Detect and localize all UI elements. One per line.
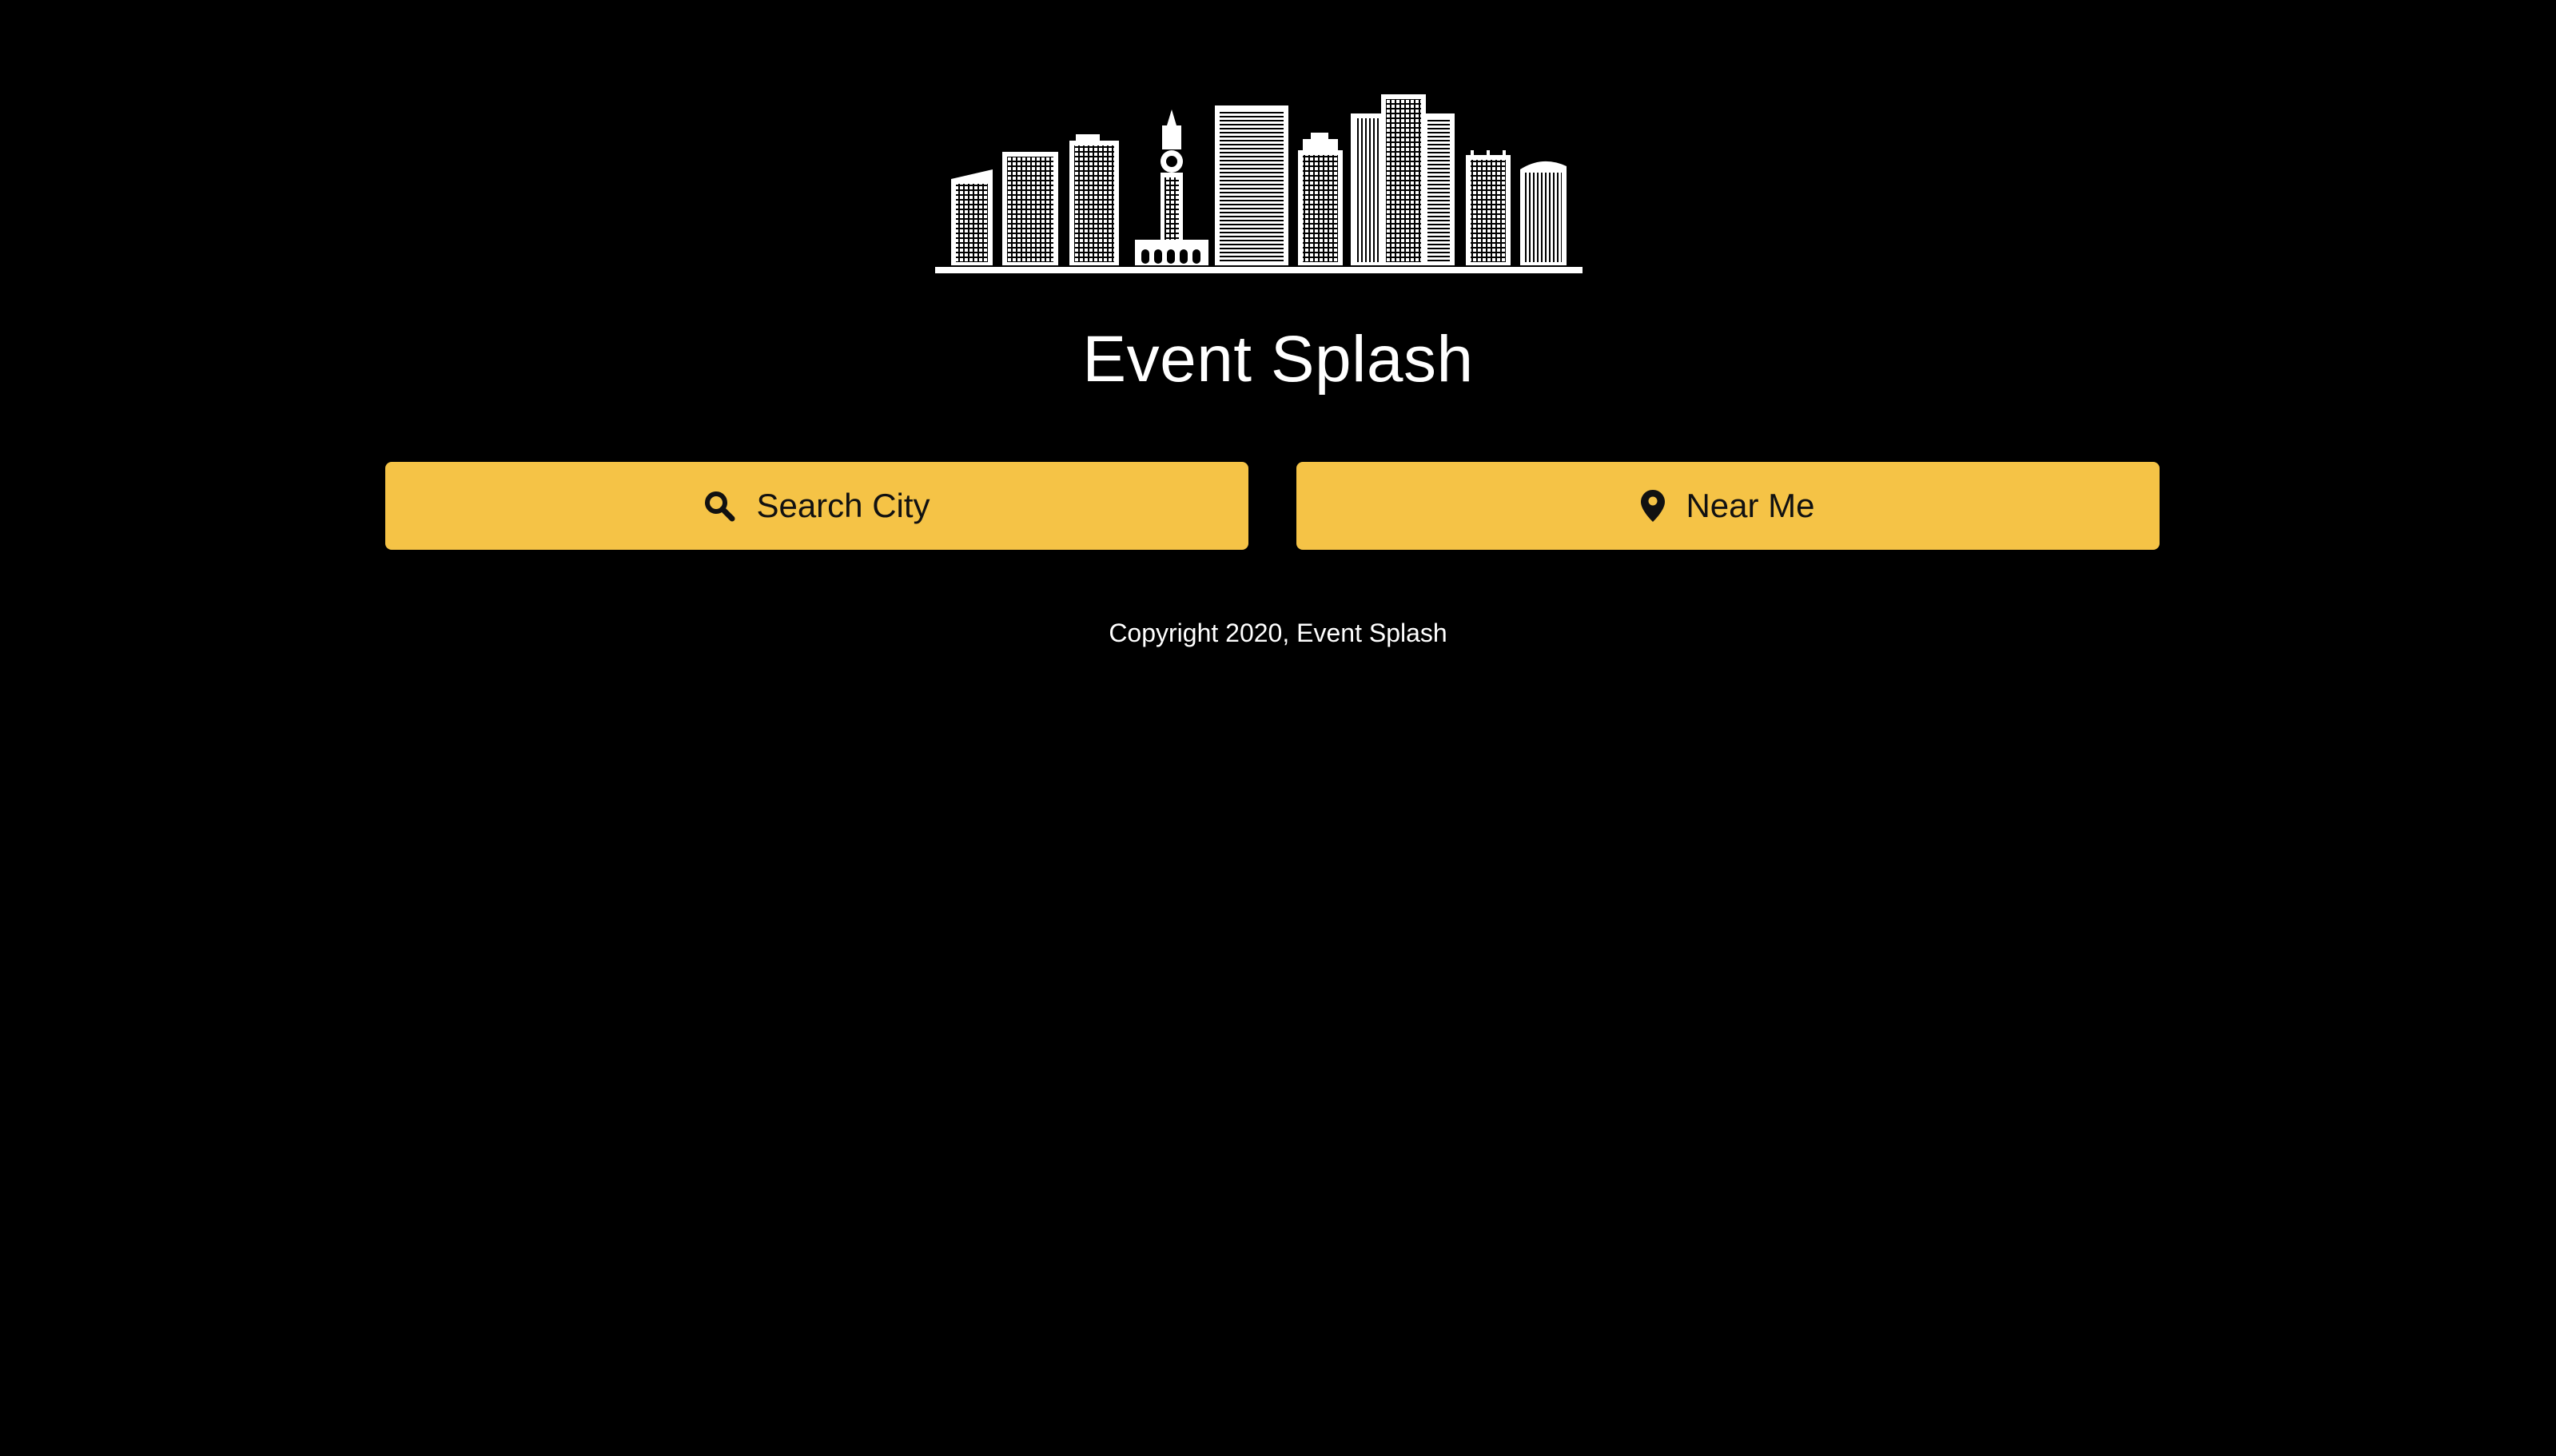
near-me-label: Near Me — [1686, 487, 1815, 524]
search-city-label: Search City — [756, 487, 930, 524]
landing-page: Event Splash Search City Near Me Copyrig… — [0, 0, 2556, 1456]
page-title: Event Splash — [1082, 323, 1474, 396]
near-me-button[interactable]: Near Me — [1296, 462, 2160, 550]
copyright-text: Copyright 2020, Event Splash — [1109, 619, 1447, 647]
search-icon — [703, 490, 735, 522]
search-city-button[interactable]: Search City — [385, 462, 1248, 550]
city-skyline-icon — [935, 94, 1583, 273]
map-marker-icon — [1641, 490, 1666, 522]
city-skyline-logo — [935, 90, 1583, 278]
